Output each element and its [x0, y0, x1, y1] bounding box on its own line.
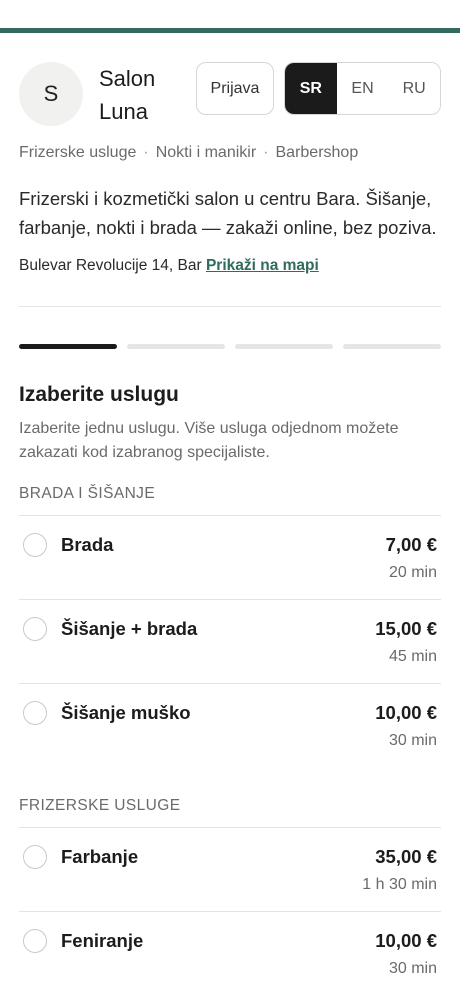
language-switcher: SR EN RU [284, 62, 441, 115]
radio-button[interactable] [23, 617, 47, 641]
divider [19, 306, 441, 307]
group-title: BRADA I ŠIŠANJE [19, 485, 156, 502]
salon-name: Salon Luna [99, 66, 156, 124]
service-name: Farbanje [61, 846, 139, 867]
category-item: Frizerske usluge [19, 144, 137, 161]
radio-button[interactable] [23, 929, 47, 953]
section-title: Izaberite uslugu [19, 383, 179, 406]
avatar: S [19, 62, 83, 126]
category-separator: · [263, 144, 269, 161]
radio-button[interactable] [23, 701, 47, 725]
service-item-brada[interactable]: Brada 7,00 € 20 min [19, 516, 441, 600]
progress-step [127, 344, 225, 349]
service-duration: 1 h 30 min [362, 876, 437, 893]
service-price: 7,00 € [385, 534, 437, 555]
service-item-sisanje-musko[interactable]: Šišanje muško 10,00 € 30 min [19, 684, 441, 768]
salon-header: S Salon Luna Prijava SR EN RU [19, 60, 441, 130]
service-item-sisanje-brada[interactable]: Šišanje + brada 15,00 € 45 min [19, 600, 441, 684]
service-price: 10,00 € [375, 702, 437, 723]
service-duration: 30 min [388, 960, 437, 977]
show-on-map-link[interactable]: Prikaži na mapi [206, 257, 319, 274]
service-price: 35,00 € [375, 846, 437, 867]
salon-description: Frizerski i kozmetički salon u centru Ba… [19, 188, 437, 238]
service-price: 15,00 € [375, 618, 437, 639]
lang-en-button[interactable]: EN [336, 63, 389, 114]
service-duration: 30 min [388, 732, 437, 749]
category-item: Barbershop [275, 144, 359, 161]
radio-button[interactable] [23, 533, 47, 557]
radio-button[interactable] [23, 845, 47, 869]
category-item: Nokti i manikir [155, 144, 257, 161]
service-name: Šišanje + brada [61, 618, 198, 639]
category-list: Frizerske usluge · Nokti i manikir · Barbers… [19, 144, 358, 162]
service-name: Brada [61, 534, 114, 555]
progress-step [19, 344, 117, 349]
progress-step [343, 344, 441, 349]
section-subtitle: Izaberite jednu uslugu. Više usluga odje… [19, 420, 399, 461]
salon-address: Bulevar Revolucije 14, Bar Prikaži na ma… [19, 257, 319, 275]
group-title: FRIZERSKE USLUGE [19, 797, 181, 814]
service-name: Feniranje [61, 930, 144, 951]
service-item-farbanje[interactable]: Farbanje 35,00 € 1 h 30 min [19, 828, 441, 912]
brand-top-bar [0, 28, 460, 33]
service-price: 10,00 € [375, 930, 437, 951]
service-duration: 20 min [388, 564, 437, 581]
category-separator: · [143, 144, 149, 161]
service-name: Šišanje muško [61, 702, 191, 723]
progress-step [235, 344, 333, 349]
lang-ru-button[interactable]: RU [388, 63, 440, 114]
service-item-feniranje[interactable]: Feniranje 10,00 € 30 min [19, 912, 441, 995]
login-button[interactable]: Prijava [196, 62, 274, 115]
lang-sr-button[interactable]: SR [285, 63, 337, 114]
booking-progress [19, 344, 441, 349]
address-text: Bulevar Revolucije 14, Bar [19, 257, 202, 274]
service-duration: 45 min [388, 648, 437, 665]
